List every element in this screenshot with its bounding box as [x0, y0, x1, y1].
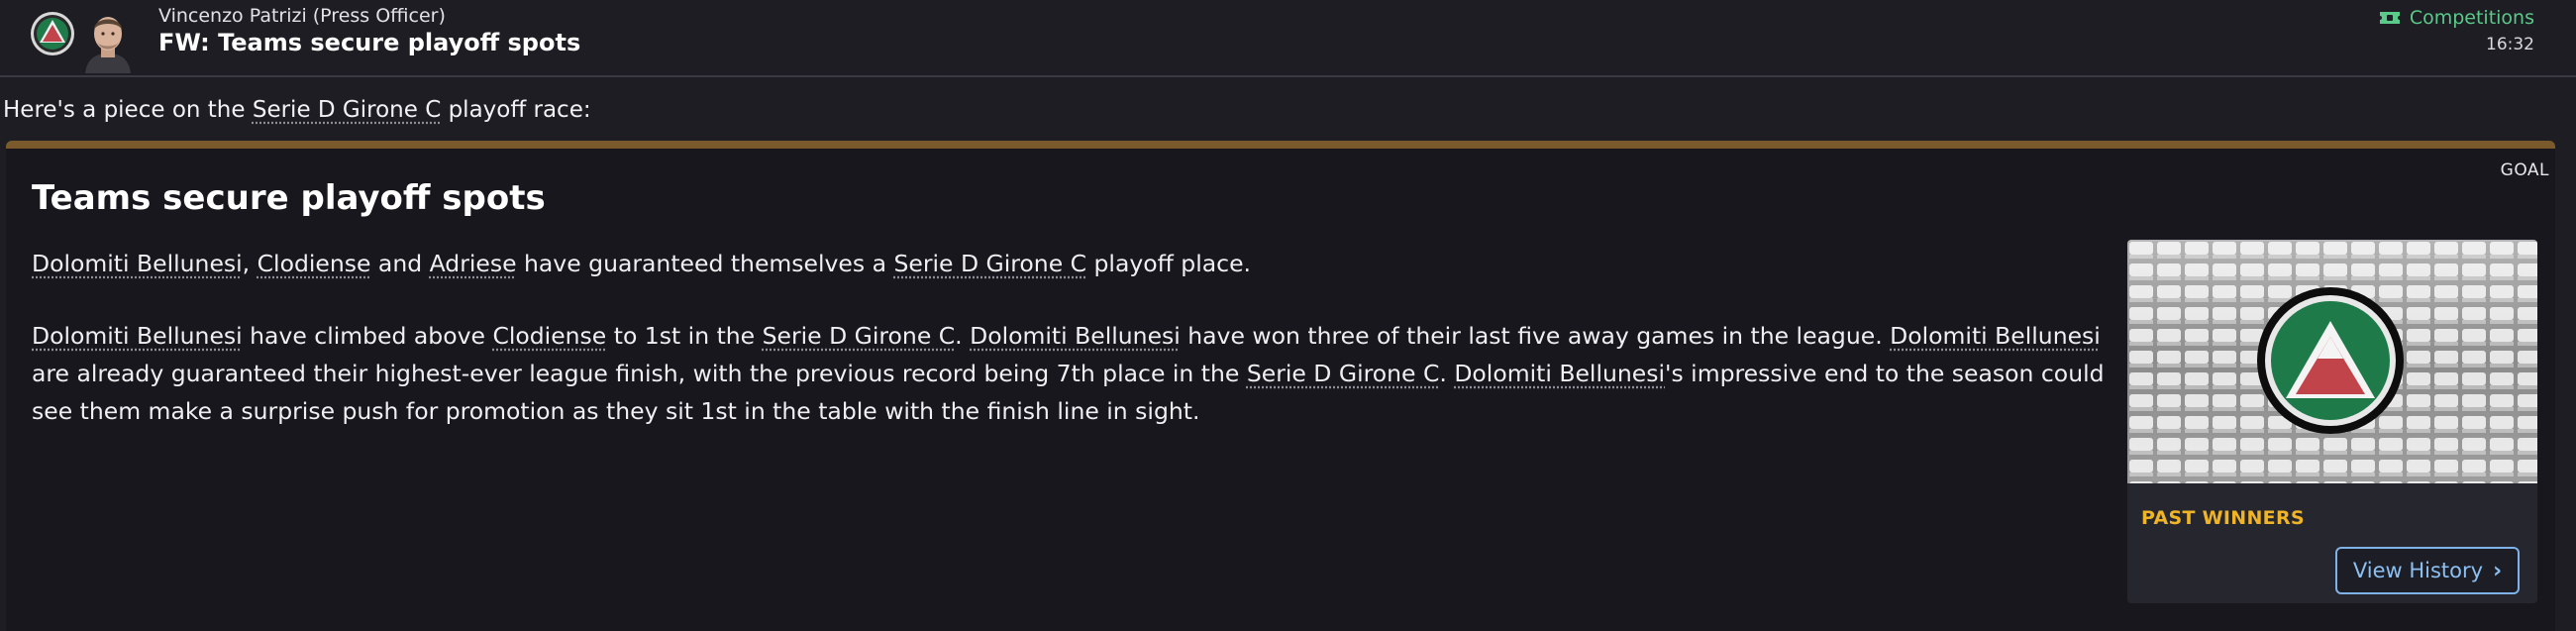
entity-link[interactable]: Clodiense [492, 322, 606, 350]
entity-link[interactable]: Serie D Girone C [763, 322, 956, 350]
ticket-icon [2379, 12, 2400, 24]
entity-link[interactable]: Dolomiti Bellunesi [1454, 360, 1665, 387]
entity-link[interactable]: Clodiense [258, 250, 371, 277]
message-subject: FW: Teams secure playoff spots [158, 29, 581, 56]
message-header: Vincenzo Patrizi (Press Officer) FW: Team… [0, 0, 2576, 77]
intro-before: Here's a piece on the [3, 97, 253, 123]
competition-image [2127, 240, 2537, 483]
article-paragraph-1: Dolomiti Bellunesi, Clodiense and Adries… [32, 245, 2131, 282]
intro-after: playoff race: [441, 97, 591, 123]
paragraph-text: to 1st in the [606, 322, 763, 350]
past-winners-panel: PAST WINNERS View History › [2127, 240, 2537, 603]
entity-link[interactable]: Adriese [430, 250, 517, 277]
past-winners-heading: PAST WINNERS [2141, 507, 2305, 529]
sender-name[interactable]: Vincenzo Patrizi (Press Officer) [158, 5, 446, 27]
paragraph-text: . [1439, 360, 1455, 387]
view-history-button[interactable]: View History › [2335, 547, 2520, 594]
sender-photo[interactable] [81, 6, 135, 73]
category-label[interactable]: Competitions [2410, 7, 2534, 29]
entity-link[interactable]: Dolomiti Bellunesi [32, 250, 243, 277]
entity-link[interactable]: Dolomiti Bellunesi [32, 322, 243, 350]
paragraph-text: have won three of their last five away g… [1180, 322, 1891, 350]
sender-role: (Press Officer) [312, 5, 446, 27]
sender-name-text[interactable]: Vincenzo Patrizi [158, 5, 307, 27]
entity-link[interactable]: Dolomiti Bellunesi [970, 322, 1181, 350]
paragraph-text: . [955, 322, 971, 350]
view-history-label: View History [2352, 559, 2484, 582]
paragraph-text: , [242, 250, 258, 277]
article-card: GOAL Teams secure playoff spots Dolomiti… [6, 141, 2555, 631]
paragraph-text: playoff place. [1086, 250, 1252, 277]
article-tag: GOAL [2500, 160, 2549, 180]
entity-link[interactable]: Dolomiti Bellunesi [1890, 322, 2101, 350]
message-time: 16:32 [2486, 35, 2534, 54]
paragraph-text: and [370, 250, 430, 277]
competition-badge-icon [2257, 287, 2404, 434]
category-link[interactable]: Competitions [2378, 7, 2534, 29]
competition-link[interactable]: Serie D Girone C [253, 97, 441, 123]
article-title: Teams secure playoff spots [32, 178, 546, 218]
intro-text: Here's a piece on the Serie D Girone C p… [3, 97, 591, 123]
club-badge-icon[interactable] [30, 11, 75, 56]
entity-link[interactable]: Serie D Girone C [893, 250, 1086, 277]
article-paragraph-2: Dolomiti Bellunesi have climbed above Cl… [32, 317, 2141, 430]
entity-link[interactable]: Serie D Girone C [1247, 360, 1440, 387]
chevron-right-icon: › [2493, 558, 2503, 583]
paragraph-text: are already guaranteed their highest-eve… [32, 360, 1247, 387]
paragraph-text: have guaranteed themselves a [516, 250, 894, 277]
paragraph-text: have climbed above [242, 322, 493, 350]
